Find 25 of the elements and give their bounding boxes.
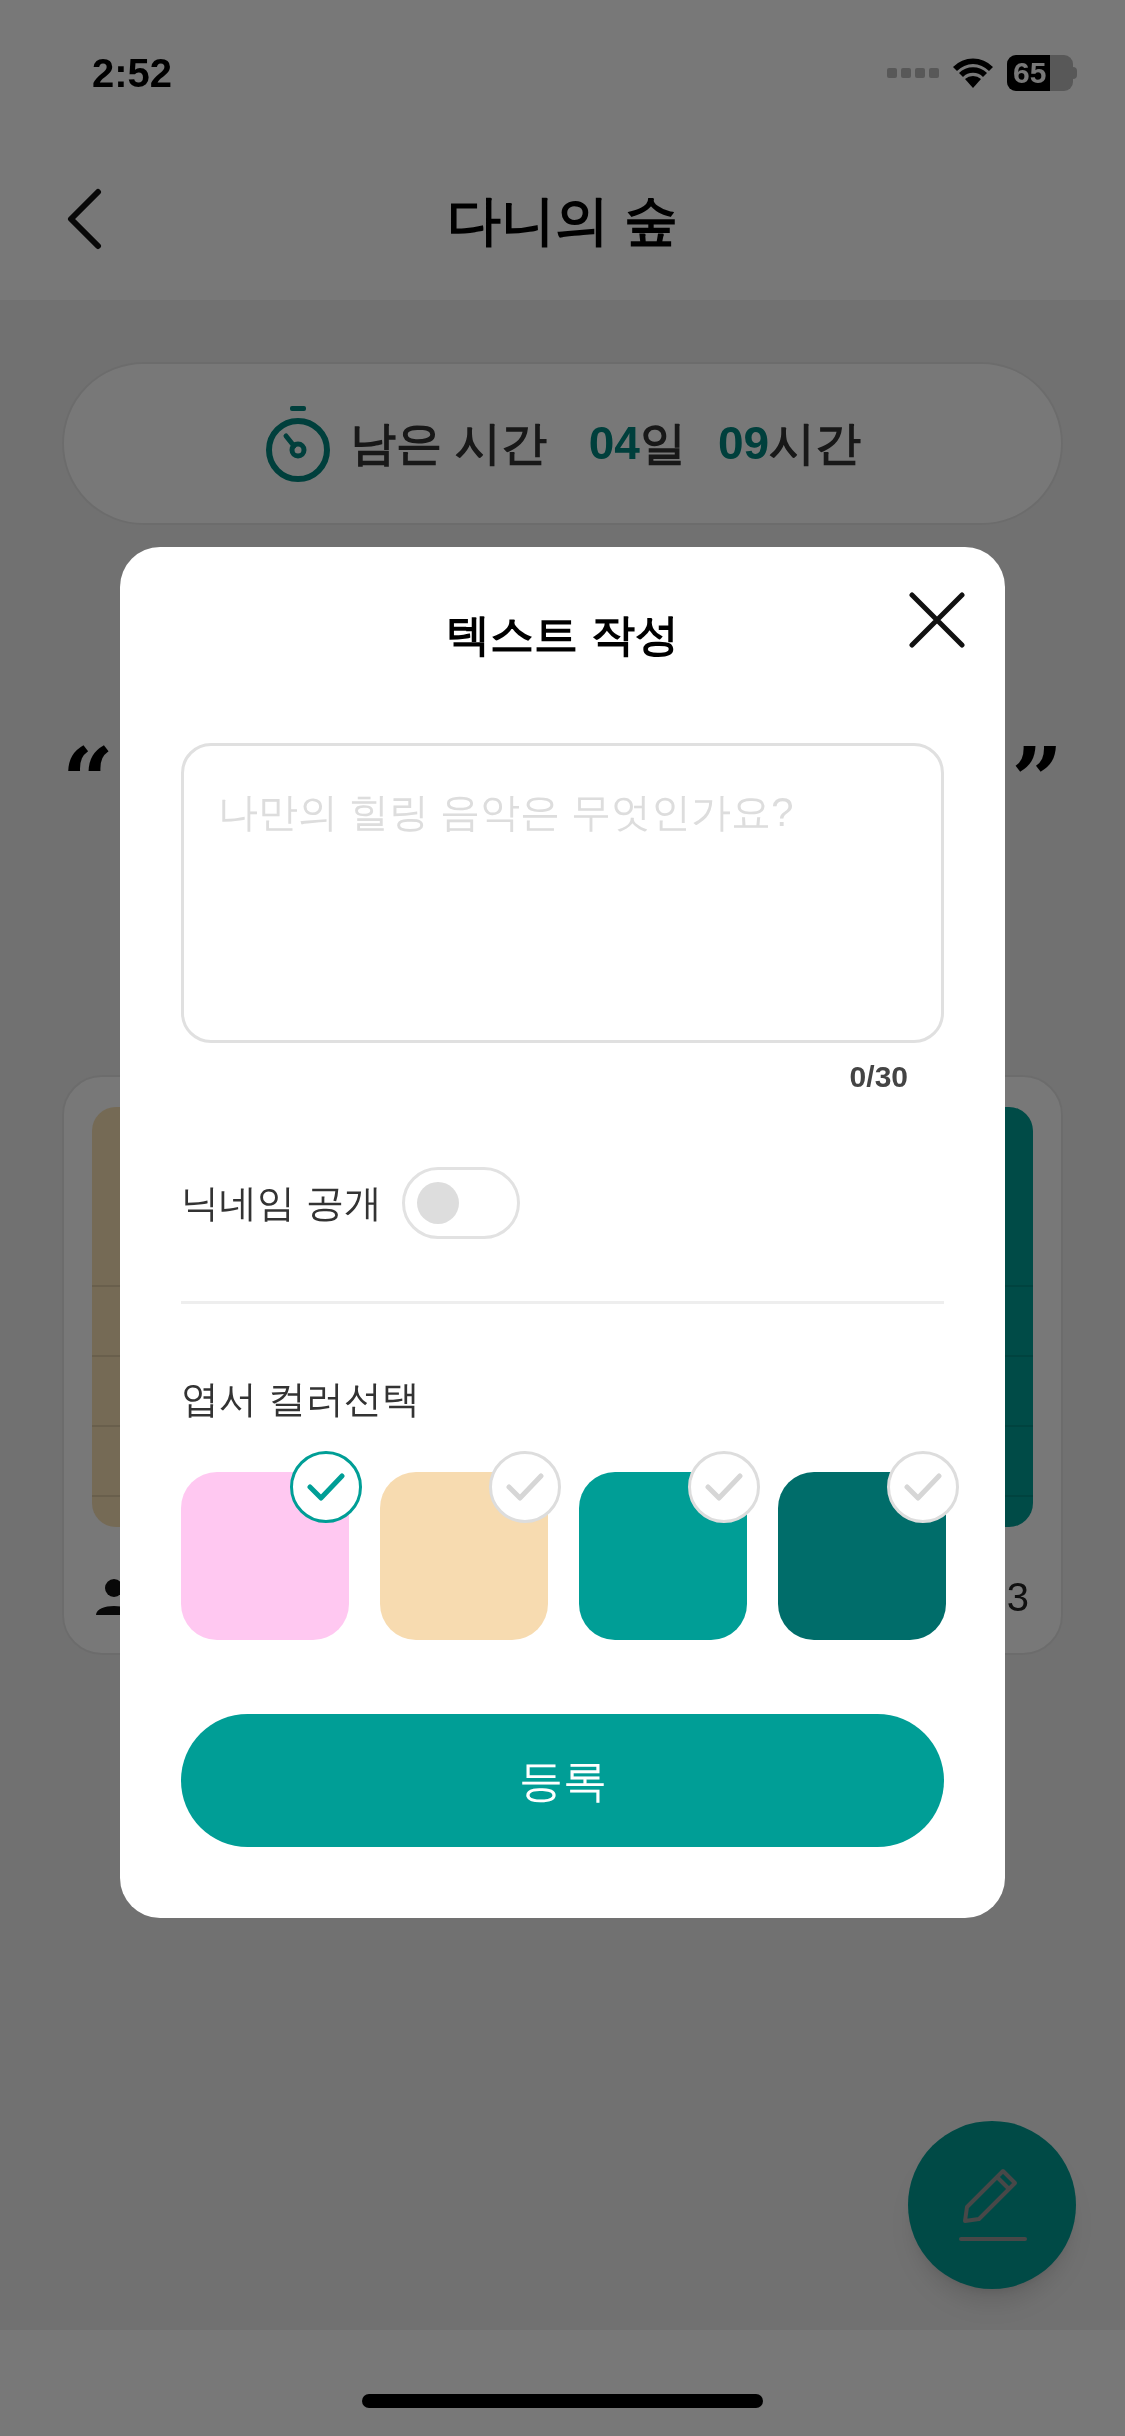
- count-text: 3: [1006, 1574, 1029, 1621]
- nickname-label: 닉네임 공개: [181, 1180, 382, 1226]
- timer-label: 남은 시간: [349, 416, 547, 471]
- page-title: 다니의 숲: [447, 188, 678, 252]
- close-icon: [909, 592, 965, 648]
- color-swatch[interactable]: [181, 1472, 349, 1640]
- battery-level: 65: [1012, 58, 1047, 88]
- color-swatch[interactable]: [778, 1472, 946, 1640]
- color-swatch[interactable]: [579, 1472, 747, 1640]
- open-quote: “: [62, 735, 114, 825]
- dialog-title: 텍스트 작성: [446, 609, 679, 661]
- submit-button[interactable]: 등록: [181, 1714, 944, 1847]
- pencil-icon: [957, 2167, 1027, 2243]
- status-time: 2:52: [92, 50, 173, 97]
- close-quote: ”: [1011, 735, 1063, 825]
- timer-days: 04일: [588, 409, 686, 478]
- timer-hours: 09시간: [717, 416, 862, 471]
- character-counter: 0/30: [849, 1059, 908, 1095]
- color-swatch[interactable]: [380, 1472, 548, 1640]
- signal-icon: [887, 68, 939, 78]
- stopwatch-icon: [263, 403, 332, 484]
- color-label: 엽서 컬러선택: [181, 1377, 421, 1422]
- back-icon[interactable]: [66, 188, 102, 250]
- close-button[interactable]: [909, 592, 965, 648]
- wifi-icon: [951, 56, 995, 90]
